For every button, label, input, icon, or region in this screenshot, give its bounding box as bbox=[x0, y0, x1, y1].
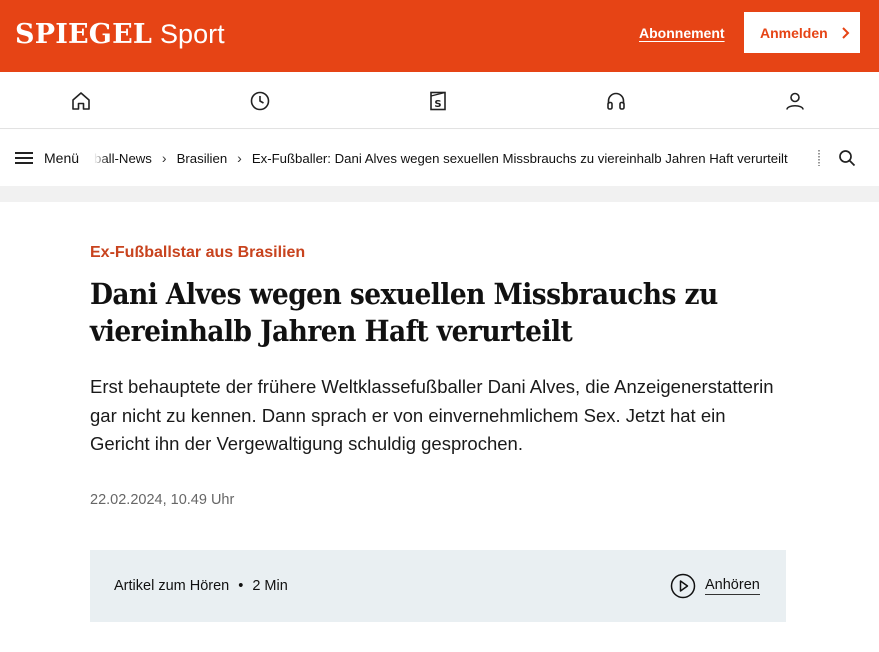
chevron-right-icon bbox=[841, 26, 850, 39]
audio-player: Artikel zum Hören • 2 Min Anhören bbox=[90, 550, 786, 622]
subscription-link[interactable]: Abonnement bbox=[639, 24, 725, 42]
audio-title: Artikel zum Hören bbox=[114, 578, 230, 594]
svg-text:S: S bbox=[434, 99, 441, 110]
divider bbox=[818, 150, 820, 166]
user-icon[interactable] bbox=[784, 90, 806, 112]
brand-logo[interactable]: SPIEGEL Sport bbox=[15, 18, 225, 54]
chevron-right-icon: › bbox=[237, 150, 242, 166]
search-icon[interactable] bbox=[838, 149, 856, 167]
home-icon[interactable] bbox=[70, 90, 92, 112]
article-headline: Dani Alves wegen sexuellen Missbrauchs z… bbox=[90, 277, 718, 348]
headphones-icon[interactable] bbox=[605, 90, 627, 112]
article-teaser: Erst behauptete der frühere Weltklassefu… bbox=[90, 376, 774, 454]
icon-navigation: S bbox=[0, 72, 879, 129]
menu-label: Menü bbox=[44, 150, 80, 166]
clock-icon[interactable] bbox=[249, 90, 271, 112]
breadcrumb-item[interactable]: ball-News bbox=[94, 151, 152, 166]
article-kicker: Ex-Fußballstar aus Brasilien bbox=[90, 244, 306, 261]
chevron-right-icon: › bbox=[161, 150, 167, 166]
listen-button[interactable]: Anhören bbox=[705, 577, 760, 595]
breadcrumb-item[interactable]: Brasilien bbox=[177, 151, 228, 166]
audio-duration: 2 Min bbox=[252, 578, 288, 594]
menu-button[interactable]: Menü bbox=[15, 148, 79, 168]
audio-label: Artikel zum Hören • 2 Min bbox=[114, 578, 288, 595]
login-button-label: Anmelden bbox=[760, 24, 828, 41]
brand-name: SPIEGEL bbox=[15, 19, 153, 50]
login-button[interactable]: Anmelden bbox=[744, 12, 860, 53]
brand-section: Sport bbox=[160, 19, 225, 49]
hamburger-icon bbox=[15, 152, 33, 164]
breadcrumb: ball-News › Brasilien › Ex-Fußballer: Da… bbox=[94, 130, 810, 186]
play-icon[interactable] bbox=[670, 573, 696, 599]
article-date: 22.02.2024, 10.49 Uhr bbox=[90, 492, 235, 508]
divider bbox=[0, 186, 879, 202]
top-header: SPIEGEL Sport Abonnement Anmelden bbox=[0, 0, 879, 72]
breadcrumb-bar: Menü ball-News › Brasilien › Ex-Fußballe… bbox=[0, 130, 879, 186]
audio-separator: • bbox=[238, 578, 244, 594]
breadcrumb-current: Ex-Fußballer: Dani Alves wegen sexuellen… bbox=[251, 150, 788, 166]
spiegel-plus-icon[interactable]: S bbox=[427, 90, 449, 112]
